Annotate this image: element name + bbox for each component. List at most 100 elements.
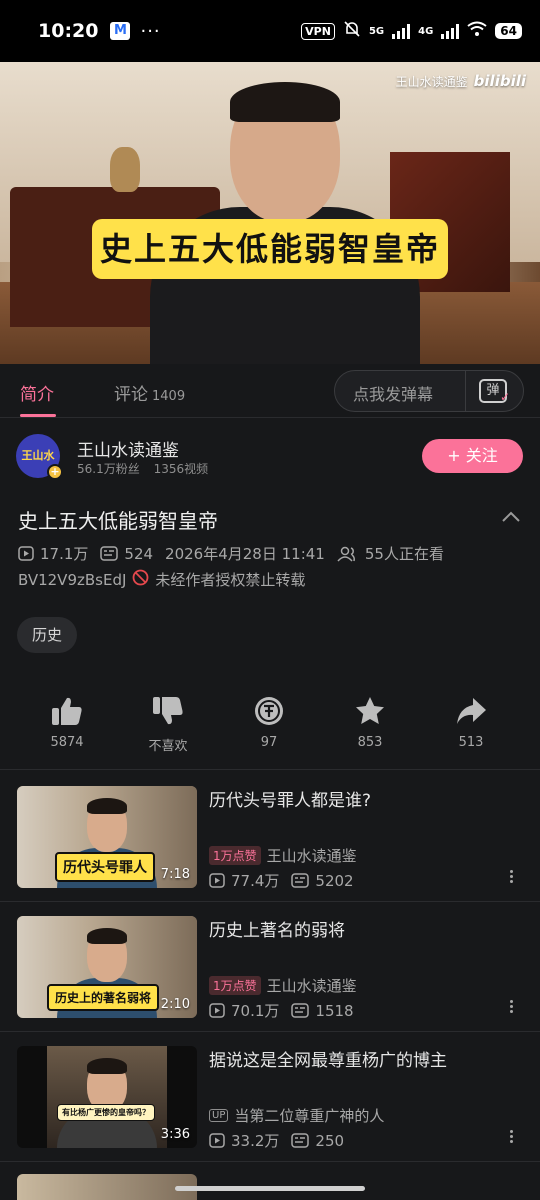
network-4g-label: 4G <box>418 25 434 37</box>
recommended-title: 历代头号罪人都是谁? <box>209 791 372 811</box>
recommended-video[interactable]: 历史上的著名弱将 2:10 历史上著名的弱将 1万点赞 王山水读通鉴 70.1万… <box>0 902 540 1032</box>
no-repost-icon <box>132 569 149 590</box>
video-caption: 史上五大低能弱智皇帝 <box>92 219 448 279</box>
uploader-stats: 56.1万粉丝 1356视频 <box>77 460 208 477</box>
avatar[interactable]: 王山水 + <box>16 434 63 480</box>
play-count-icon <box>209 873 225 888</box>
video-title: 史上五大低能弱智皇帝 <box>18 509 218 533</box>
thumbnail-caption: 历史上的著名弱将 <box>47 984 160 1011</box>
more-notifications-icon: ··· <box>140 20 161 42</box>
signal-icon <box>392 23 411 39</box>
recommended-video[interactable]: 历代头号罪人 7:18 历代头号罪人都是谁? 1万点赞 王山水读通鉴 77.4万… <box>0 772 540 902</box>
share-icon <box>457 698 486 724</box>
dislike-button[interactable]: 不喜欢 <box>118 695 218 754</box>
more-options-icon[interactable] <box>507 998 515 1018</box>
bvid: BV12V9zBsEdJ <box>18 570 127 589</box>
danmu-placeholder: 点我发弹幕 <box>353 385 434 404</box>
recommended-danmaku: 1518 <box>315 1001 354 1020</box>
more-options-icon[interactable] <box>507 1128 515 1148</box>
video-duration: 2:10 <box>160 997 190 1012</box>
tab-comments-label: 评论 <box>114 385 148 405</box>
danmaku-count-icon <box>100 546 119 561</box>
coin-button[interactable]: 97 <box>219 695 319 750</box>
favorite-count: 853 <box>357 735 383 750</box>
battery-icon: 64 <box>495 23 522 39</box>
tab-intro[interactable]: 简介 <box>20 380 54 405</box>
comments-count: 1409 <box>152 389 186 404</box>
uploader-fans: 56.1万粉丝 <box>77 462 140 476</box>
recommended-danmaku: 250 <box>315 1131 345 1150</box>
coin-icon <box>255 697 283 725</box>
recommended-meta: 1万点赞 王山水读通鉴 <box>209 845 357 866</box>
recommended-video[interactable]: 有比杨广更惨的皇帝吗？ 3:36 据说这是全网最尊重杨广的博主 UP 当第二位尊… <box>0 1032 540 1162</box>
danmu-toggle-icon[interactable]: 弹 ✓ <box>479 379 510 404</box>
recommended-stats: 33.2万 250 <box>209 1130 344 1151</box>
video-player[interactable]: 史上五大低能弱智皇帝 王山水读通鉴 bilibili <box>0 62 540 364</box>
vpn-icon: VPN <box>301 22 335 40</box>
recommended-views: 33.2万 <box>231 1132 280 1150</box>
danmaku-count-icon <box>291 873 310 888</box>
favorite-button[interactable]: 853 <box>320 695 420 750</box>
recommended-views: 70.1万 <box>231 1002 280 1020</box>
watching-count: 55人正在看 <box>364 545 444 563</box>
thumbs-down-icon <box>153 697 183 725</box>
chevron-up-icon[interactable] <box>500 506 522 528</box>
danmaku-count-icon <box>291 1003 310 1018</box>
signal-icon-2 <box>441 23 460 39</box>
repost-notice: 未经作者授权禁止转载 <box>155 571 306 589</box>
recommended-uploader: 王山水读通鉴 <box>266 977 357 995</box>
share-count: 513 <box>458 735 484 750</box>
uploader-name[interactable]: 王山水读通鉴 <box>77 436 179 461</box>
network-5g-label: 5G <box>368 25 385 37</box>
view-count: 17.1万 <box>40 545 89 563</box>
share-button[interactable]: 513 <box>421 695 521 750</box>
video-vase <box>110 147 140 192</box>
like-count: 5874 <box>50 735 84 750</box>
avatar-text: 王山水 <box>21 449 55 462</box>
uploader-section: 王山水 + 王山水读通鉴 56.1万粉丝 1356视频 + 关注 <box>0 418 540 498</box>
video-thumbnail: 有比杨广更惨的皇帝吗？ 3:36 <box>17 1046 197 1148</box>
video-thumbnail: 历代头号罪人 7:18 <box>17 786 197 888</box>
status-time: 10:20 <box>38 20 99 42</box>
action-bar: 5874 不喜欢 97 853 513 <box>0 695 540 770</box>
tab-bar: 简介 评论 1409 点我发弹幕 弹 ✓ <box>0 364 540 418</box>
video-watermark: 王山水读通鉴 bilibili <box>396 72 526 90</box>
recommended-stats: 77.4万 5202 <box>209 870 354 891</box>
follow-button[interactable]: + 关注 <box>422 439 523 473</box>
play-count-icon <box>209 1133 225 1148</box>
status-bar: 10:20 M ··· VPN 5G 4G 64 <box>0 0 540 62</box>
recommended-stats: 70.1万 1518 <box>209 1000 354 1021</box>
recommended-danmaku: 5202 <box>315 871 354 890</box>
wifi-icon <box>467 21 487 41</box>
play-count-icon <box>18 546 34 561</box>
video-thumbnail: 历史上的著名弱将 2:10 <box>17 916 197 1018</box>
next-thumbnail-partial <box>17 1174 197 1200</box>
coin-count: 97 <box>260 735 278 750</box>
recommended-uploader: 王山水读通鉴 <box>266 847 357 865</box>
likes-badge: 1万点赞 <box>209 976 261 995</box>
danmu-toggle-label: 弹 <box>486 383 500 398</box>
video-meta: 17.1万 524 2026年4月28日 11:41 55人正在看 <box>18 543 444 564</box>
tag-history[interactable]: 历史 <box>17 617 78 653</box>
recommended-title: 历史上著名的弱将 <box>209 921 345 941</box>
play-count-icon <box>209 1003 225 1018</box>
dislike-label: 不喜欢 <box>148 739 188 754</box>
thumbnail-caption: 有比杨广更惨的皇帝吗？ <box>57 1104 155 1121</box>
tab-active-indicator <box>20 414 56 417</box>
home-indicator[interactable] <box>175 1186 365 1191</box>
danmu-input[interactable]: 点我发弹幕 弹 ✓ <box>334 370 524 412</box>
publish-date: 2026年4月28日 11:41 <box>165 545 325 563</box>
thumbs-up-icon <box>52 697 82 725</box>
danmaku-count: 524 <box>124 544 154 563</box>
recommended-meta: UP 当第二位尊重广神的人 <box>209 1105 384 1126</box>
video-duration: 7:18 <box>160 867 190 882</box>
recommended-title: 据说这是全网最尊重杨广的博主 <box>209 1051 447 1071</box>
watermark-name: 王山水读通鉴 <box>395 74 468 89</box>
plus-badge-icon: + <box>47 464 63 480</box>
tab-comments[interactable]: 评论 1409 <box>114 380 185 405</box>
like-button[interactable]: 5874 <box>17 695 117 750</box>
video-duration: 3:36 <box>160 1127 190 1142</box>
video-meta-2: BV12V9zBsEdJ 未经作者授权禁止转载 <box>18 569 305 590</box>
mute-icon <box>343 21 361 41</box>
more-options-icon[interactable] <box>507 868 515 888</box>
